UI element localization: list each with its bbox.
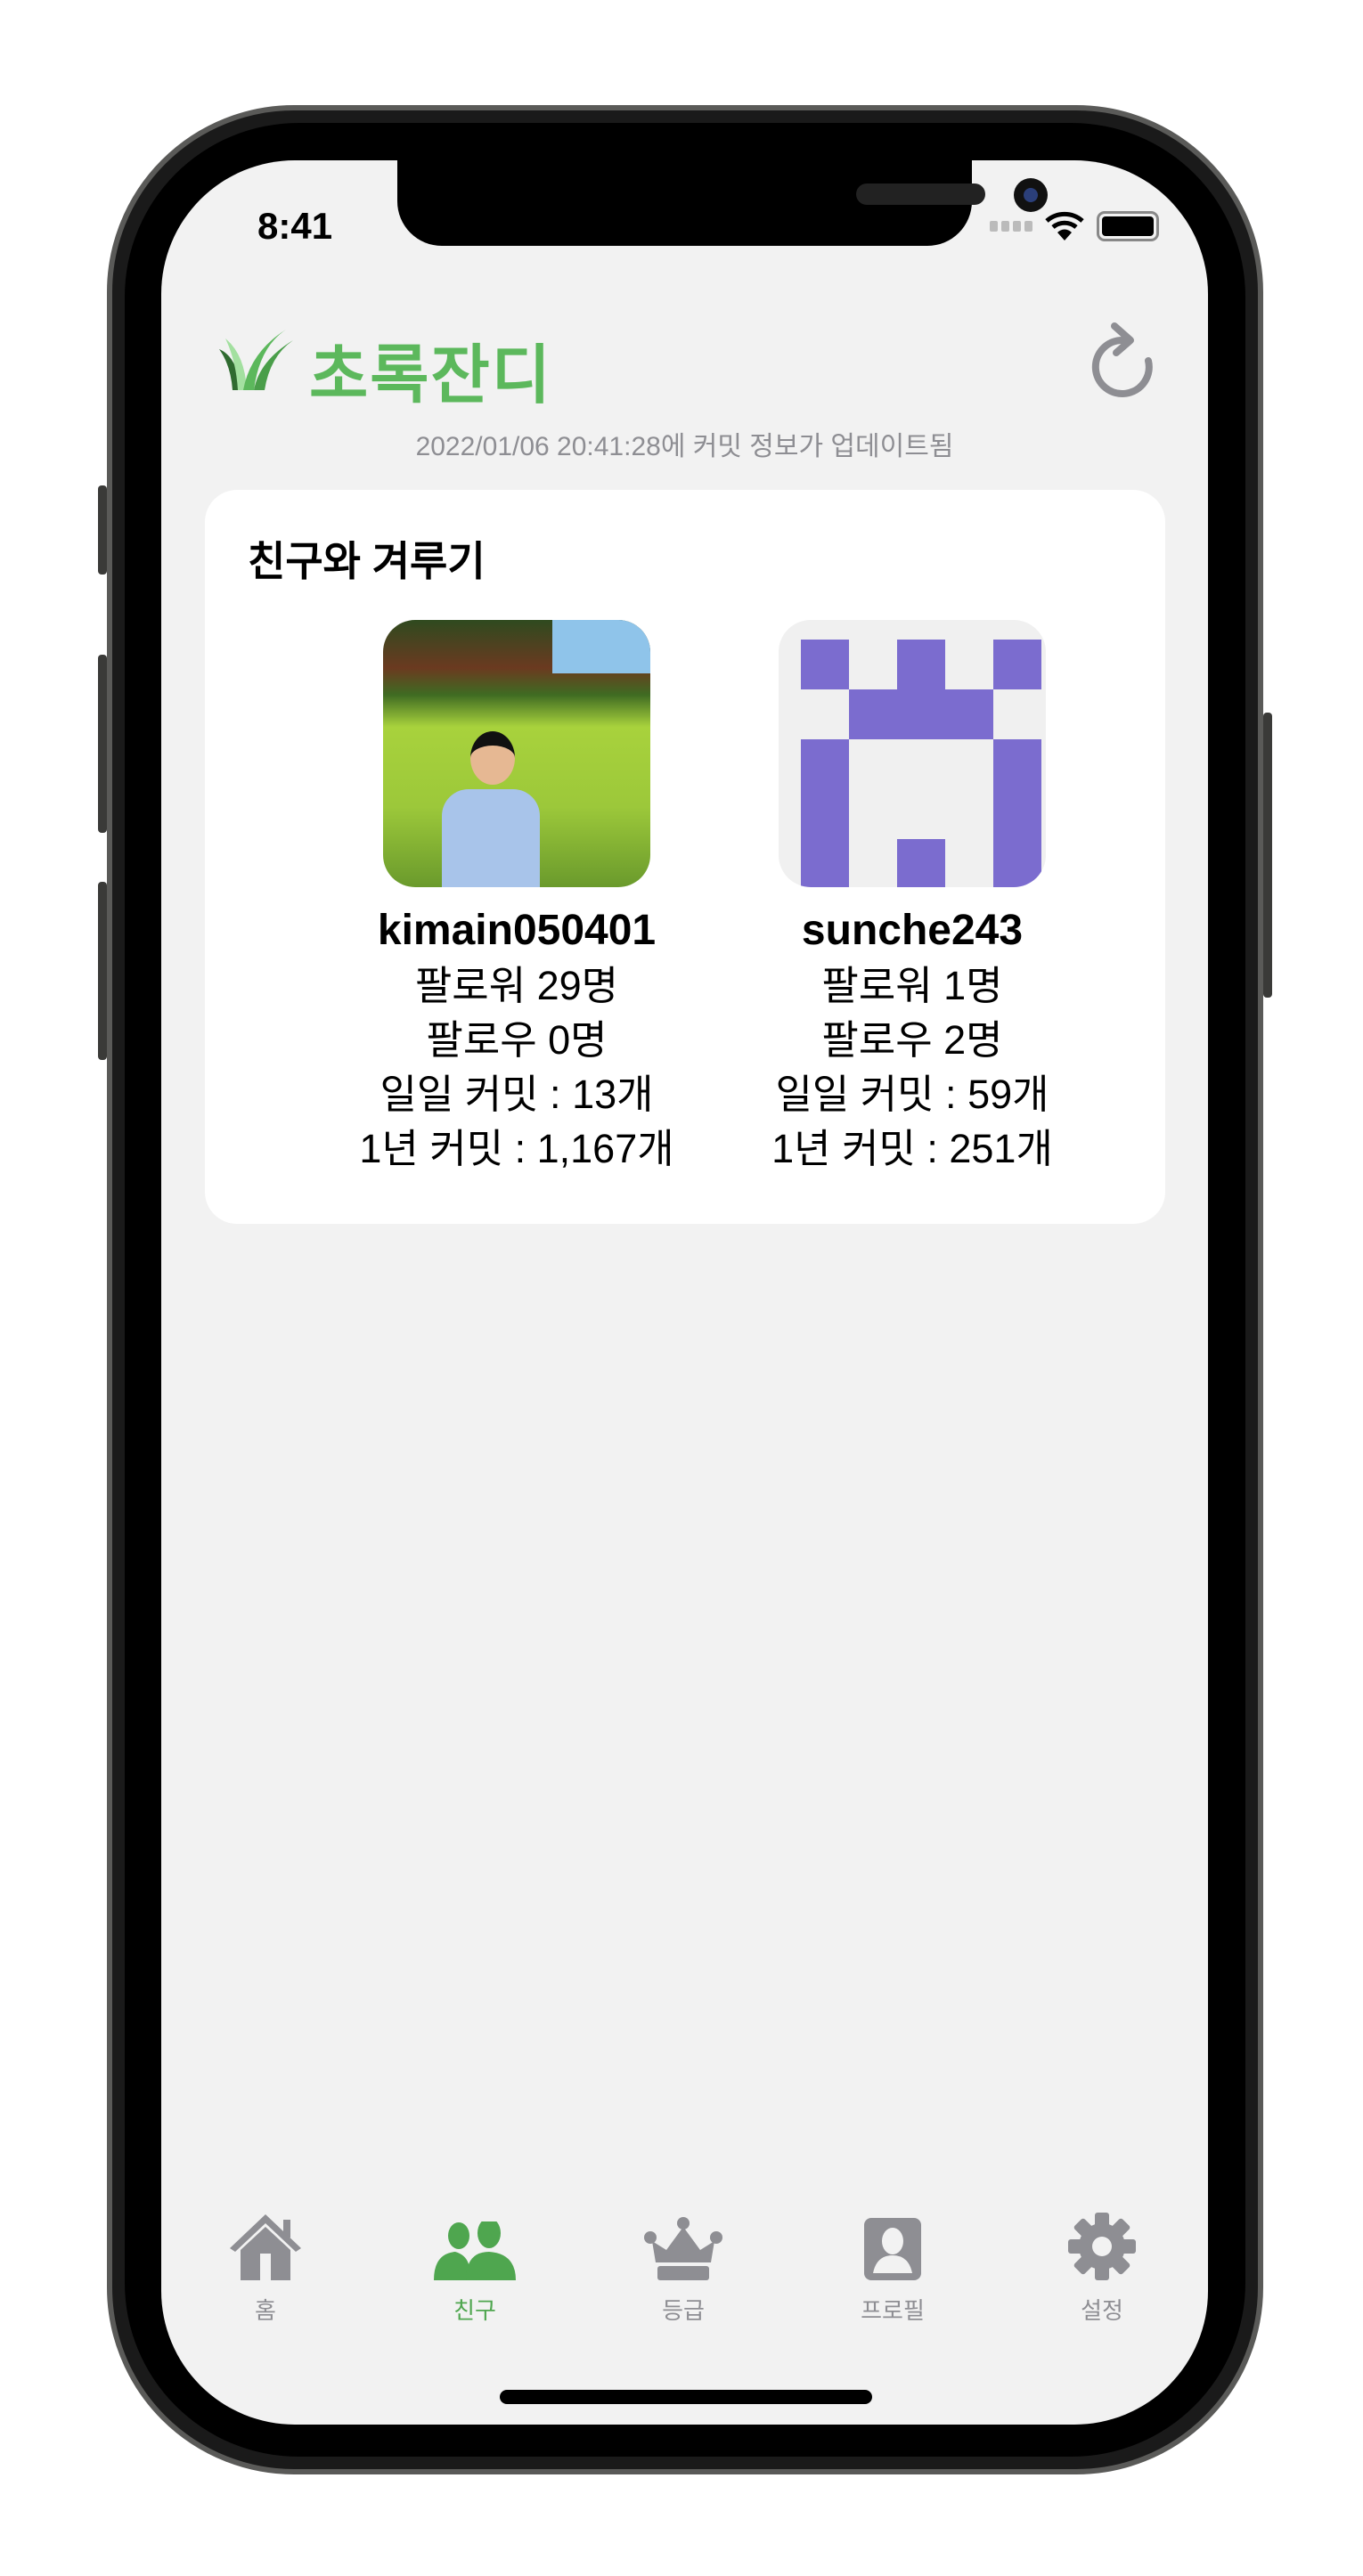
- notch: [397, 160, 1048, 246]
- card-title: 친구와 겨루기: [248, 538, 486, 584]
- tab-settings[interactable]: 설정: [1013, 2209, 1191, 2326]
- friend-avatar-identicon: [779, 620, 1046, 887]
- refresh-icon[interactable]: [1088, 321, 1159, 401]
- friend-item[interactable]: sunche243 팔로워 1명 팔로우 2명 일일 커밋 : 59개 1년 커…: [725, 620, 1099, 1176]
- identicon-cell: [801, 789, 849, 839]
- identicon-cell: [945, 739, 993, 789]
- profile-icon: [864, 2218, 921, 2280]
- status-time: 8:41: [257, 205, 333, 247]
- identicon-cell: [993, 839, 1041, 887]
- compete-with-friends-card: 친구와 겨루기 kimain050401 팔로워 29명 팔로우 0명 일일 커…: [205, 490, 1165, 1224]
- friend-daily-commits: 일일 커밋 : 59개: [775, 1072, 1049, 1117]
- identicon-cell: [993, 640, 1041, 689]
- identicon-cell: [897, 689, 945, 739]
- friends-icon: [434, 2221, 516, 2280]
- identicon-cell: [801, 839, 849, 887]
- tab-profile[interactable]: 프로필: [804, 2209, 982, 2326]
- identicon-cell: [801, 640, 849, 689]
- identicon-cell: [945, 640, 993, 689]
- last-updated-text: 2022/01/06 20:41:28에 커밋 정보가 업데이트됨: [415, 432, 954, 461]
- identicon-cell: [849, 839, 897, 887]
- mute-switch: [98, 485, 107, 575]
- identicon-cell: [897, 839, 945, 887]
- friend-username: sunche243: [801, 907, 1024, 954]
- identicon-cell: [993, 689, 1041, 739]
- friend-daily-commits: 일일 커밋 : 13개: [380, 1072, 654, 1117]
- identicon-cell: [849, 789, 897, 839]
- identicon-cell: [993, 739, 1041, 789]
- home-icon: [230, 2214, 301, 2280]
- identicon-cell: [897, 789, 945, 839]
- status-icons: [990, 210, 1159, 242]
- tab-label: 친구: [453, 2297, 496, 2324]
- crown-icon: [644, 2217, 722, 2280]
- tab-friends[interactable]: 친구: [386, 2209, 564, 2326]
- identicon-cell: [897, 739, 945, 789]
- gear-icon: [1068, 2213, 1136, 2280]
- signal-icon: [990, 221, 1032, 232]
- app-title: 초록잔디: [309, 340, 552, 412]
- friend-yearly-commits: 1년 커밋 : 251개: [771, 1126, 1053, 1171]
- battery-icon: [1097, 211, 1159, 241]
- friend-followers: 팔로워 29명: [414, 963, 619, 1008]
- identicon-cell: [897, 640, 945, 689]
- identicon-cell: [849, 739, 897, 789]
- home-indicator[interactable]: [500, 2390, 872, 2404]
- identicon-cell: [849, 689, 897, 739]
- app-header: 초록잔디: [215, 312, 1159, 412]
- volume-down-button: [98, 882, 107, 1060]
- grass-logo-icon: [219, 330, 293, 390]
- friend-avatar: [383, 620, 650, 887]
- identicon-cell: [945, 839, 993, 887]
- volume-up-button: [98, 655, 107, 833]
- identicon-cell: [801, 739, 849, 789]
- friend-yearly-commits: 1년 커밋 : 1,167개: [359, 1126, 674, 1171]
- friend-item[interactable]: kimain050401 팔로워 29명 팔로우 0명 일일 커밋 : 13개 …: [330, 620, 704, 1176]
- tab-home[interactable]: 홈: [176, 2209, 355, 2326]
- tab-rank[interactable]: 등급: [594, 2209, 772, 2326]
- friend-following: 팔로우 0명: [426, 1017, 608, 1063]
- identicon-cell: [945, 689, 993, 739]
- identicon-cell: [993, 789, 1041, 839]
- power-button: [1263, 713, 1272, 998]
- tab-label: 설정: [1081, 2297, 1123, 2324]
- friend-username: kimain050401: [377, 907, 657, 954]
- tab-label: 홈: [255, 2297, 276, 2324]
- tab-label: 등급: [662, 2297, 705, 2324]
- app-screen: 8:41 초록잔디 2022/01/06 20:41:28에 커밋 정보가 업데…: [161, 160, 1208, 2425]
- wifi-icon: [1045, 211, 1084, 240]
- identicon-cell: [801, 689, 849, 739]
- identicon-cell: [945, 789, 993, 839]
- friend-followers: 팔로워 1명: [821, 963, 1003, 1008]
- friend-following: 팔로우 2명: [821, 1017, 1003, 1063]
- tab-label: 프로필: [861, 2297, 925, 2324]
- identicon-cell: [849, 640, 897, 689]
- tab-bar: 홈 친구 등급 프로필 설정: [161, 2209, 1208, 2325]
